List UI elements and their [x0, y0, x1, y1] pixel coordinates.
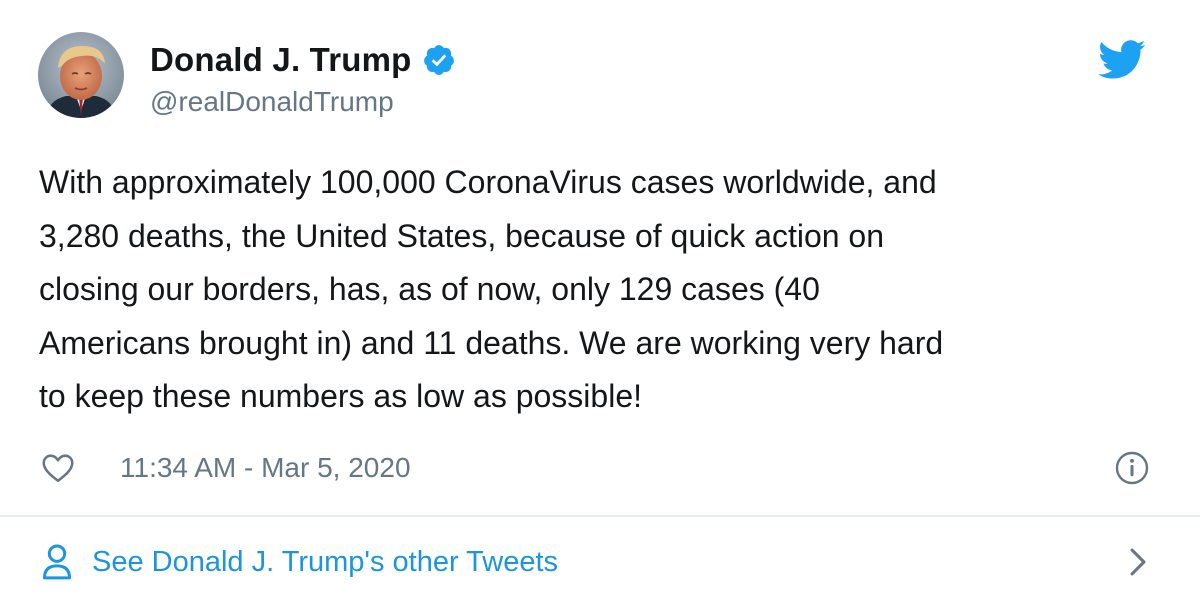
verified-badge-icon: [422, 43, 456, 77]
tweet-text-line: closing our borders, has, as of now, onl…: [39, 271, 820, 307]
author-block: Donald J. Trump @realDonaldTrump: [150, 38, 456, 118]
other-tweets-link[interactable]: See Donald J. Trump's other Tweets: [40, 538, 1150, 586]
tweet-meta-row: 11:34 AM - Mar 5, 2020: [40, 446, 1150, 490]
author-name[interactable]: Donald J. Trump: [150, 41, 412, 79]
twitter-bird-icon[interactable]: [1098, 40, 1146, 80]
info-icon[interactable]: [1114, 450, 1150, 486]
avatar-image: [38, 32, 124, 118]
divider: [0, 515, 1200, 517]
heart-icon[interactable]: [40, 450, 76, 486]
chevron-right-icon[interactable]: [1126, 545, 1150, 579]
person-icon: [40, 542, 74, 582]
other-tweets-label[interactable]: See Donald J. Trump's other Tweets: [92, 546, 558, 579]
tweet-text-line: Americans brought in) and 11 deaths. We …: [39, 324, 944, 361]
tweet-text-line: to keep these numbers as low as possible…: [39, 378, 642, 414]
tweet-timestamp[interactable]: 11:34 AM - Mar 5, 2020: [120, 452, 411, 484]
tweet-text-line: 3,280 deaths, the United States, because…: [39, 217, 885, 254]
tweet-embed-card: Donald J. Trump @realDonaldTrump With ap…: [0, 0, 1200, 601]
author-handle[interactable]: @realDonaldTrump: [150, 86, 456, 118]
avatar[interactable]: [38, 32, 124, 118]
tweet-text-line: With approximately 100,000 CoronaVirus c…: [39, 164, 937, 200]
tweet-text: With approximately 100,000 CoronaVirus c…: [39, 156, 1159, 424]
author-name-row: Donald J. Trump: [150, 38, 456, 82]
